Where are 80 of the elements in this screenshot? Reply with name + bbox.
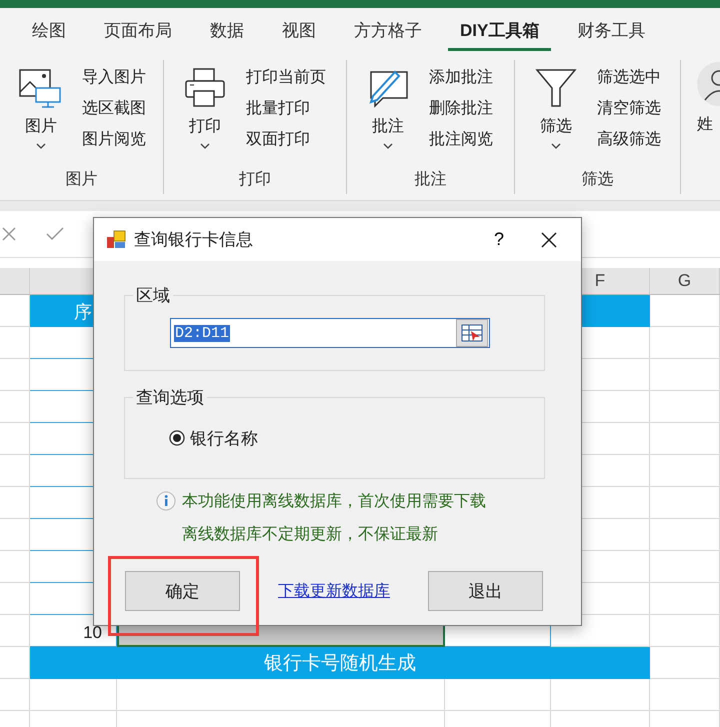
ribbon-item[interactable]: 图片阅览 (80, 128, 148, 151)
header-text: 序 (73, 301, 92, 324)
info-icon (156, 491, 176, 511)
ribbon-item[interactable]: 打印当前页 (244, 66, 328, 89)
grid-cell[interactable] (650, 455, 720, 487)
ribbon-item[interactable]: 高级筛选 (595, 128, 663, 151)
grid-cell[interactable] (650, 487, 720, 519)
ribbon-tab[interactable]: 财务工具 (565, 11, 658, 51)
help-button[interactable]: ? (479, 228, 519, 251)
grid-cell[interactable] (650, 615, 720, 647)
table-footer: 银行卡号随机生成 (30, 647, 650, 679)
person-icon (697, 62, 720, 106)
grid-cell[interactable] (0, 679, 30, 711)
grid-cell[interactable] (0, 455, 30, 487)
grid-cell[interactable] (117, 679, 445, 711)
radio-option[interactable]: 银行名称 (169, 426, 258, 450)
grid-cell[interactable] (650, 519, 720, 551)
ribbon-item[interactable]: 批注阅览 (427, 128, 495, 151)
dialog-button[interactable]: 退出 (428, 571, 543, 611)
grid-cell[interactable] (650, 359, 720, 391)
grid-cell[interactable] (0, 551, 30, 583)
caret-icon (551, 143, 561, 149)
ribbon-button[interactable]: 图片 (12, 60, 70, 169)
info-text: 离线数据库不定期更新，不保证最新 (182, 524, 439, 545)
grid-cell[interactable] (650, 551, 720, 583)
ribbon-item[interactable]: 导入图片 (80, 66, 148, 89)
grid-cell[interactable] (0, 519, 30, 551)
ribbon-item[interactable]: 添加批注 (427, 66, 495, 89)
ribbon-item[interactable]: 删除批注 (427, 97, 495, 120)
dialog-button[interactable]: 确定 (125, 571, 240, 611)
caret-icon (383, 143, 393, 149)
ribbon-tab[interactable]: 数据 (198, 11, 256, 51)
ribbon-button[interactable]: 打印 (176, 60, 234, 169)
ribbon-item[interactable]: 清空筛选 (595, 97, 663, 120)
app-icon (106, 230, 126, 250)
cancel-icon[interactable] (2, 227, 16, 241)
range-select-icon (461, 324, 483, 342)
ribbon-tab[interactable]: 视图 (270, 11, 328, 51)
grid-cell[interactable] (0, 423, 30, 455)
grid-cell[interactable] (0, 391, 30, 423)
ribbon-item[interactable]: 筛选选中 (595, 66, 663, 89)
grid-cell[interactable] (30, 679, 117, 711)
ribbon-button[interactable]: 批注 (359, 60, 417, 169)
group-label: 打印 (238, 170, 272, 190)
column-header[interactable]: G (650, 268, 720, 294)
range-field[interactable]: D2:D11 (170, 318, 490, 348)
ribbon-item[interactable]: 选区截图 (80, 97, 148, 120)
caret-icon (36, 143, 46, 149)
grid-cell[interactable] (650, 679, 720, 711)
caret-icon (200, 143, 210, 149)
group-label: 筛选 (580, 170, 614, 190)
ribbon-tab[interactable]: 绘图 (20, 11, 78, 51)
ribbon-button[interactable]: 筛选 (527, 60, 585, 169)
grid-cell[interactable] (650, 327, 720, 359)
grid-cell[interactable] (0, 615, 30, 647)
dialog-title: 查询银行卡信息 (134, 229, 254, 251)
ribbon-item[interactable]: 批量打印 (244, 97, 328, 120)
ribbon-tab[interactable]: 方方格子 (342, 11, 434, 51)
grid-cell[interactable] (0, 327, 30, 359)
ribbon-tab[interactable]: 页面布局 (92, 11, 184, 51)
download-link[interactable]: 下载更新数据库 (278, 580, 390, 602)
grid-cell[interactable] (0, 487, 30, 519)
close-icon (541, 232, 557, 248)
info-text: 本功能使用离线数据库，首次使用需要下载 (182, 492, 486, 512)
grid-cell[interactable] (650, 295, 720, 327)
grid-cell[interactable] (551, 679, 650, 711)
ribbon-item[interactable]: 双面打印 (244, 128, 328, 151)
grid-cell[interactable] (650, 647, 720, 679)
grid-cell[interactable] (0, 583, 30, 615)
grid-cell[interactable] (650, 391, 720, 423)
group-label: 图片 (64, 170, 98, 190)
ribbon-button[interactable]: 姓 (697, 62, 720, 135)
range-picker-button[interactable] (456, 319, 488, 347)
grid-cell[interactable] (650, 583, 720, 615)
group-label: 批注 (414, 170, 448, 190)
check-icon[interactable] (46, 227, 64, 241)
grid-cell[interactable] (650, 423, 720, 455)
ribbon-tab[interactable]: DIY工具箱 (448, 11, 552, 51)
grid-cell[interactable] (445, 679, 551, 711)
grid-cell[interactable] (0, 359, 30, 391)
